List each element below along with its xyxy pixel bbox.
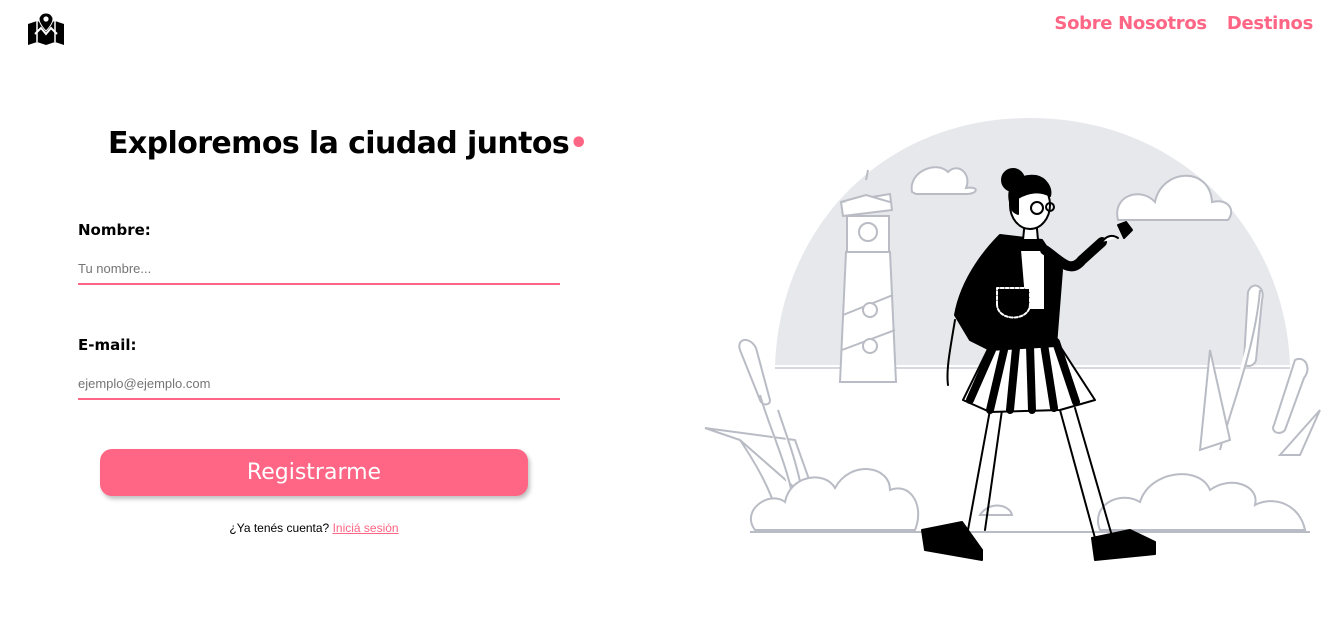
login-link[interactable]: Iniciá sesión — [333, 521, 399, 535]
login-prompt-row: ¿Ya tenés cuenta? Iniciá sesión — [0, 521, 628, 535]
email-input[interactable] — [78, 368, 560, 400]
page-title-text: Exploremos la ciudad juntos — [108, 126, 570, 161]
page-title: Exploremos la ciudad juntos• — [108, 126, 588, 161]
register-button[interactable]: Registrarme — [100, 449, 528, 496]
nav-link-sobre-nosotros[interactable]: Sobre Nosotros — [1054, 13, 1207, 34]
map-pin-icon[interactable] — [27, 12, 65, 46]
title-dot: • — [569, 126, 588, 161]
woman-walking-with-phone-illustration — [704, 118, 1321, 570]
top-nav: Sobre Nosotros Destinos — [1054, 13, 1313, 34]
nav-link-destinos[interactable]: Destinos — [1227, 13, 1313, 34]
name-label: Nombre: — [78, 221, 151, 239]
login-prompt-text: ¿Ya tenés cuenta? — [229, 521, 330, 535]
name-input[interactable] — [78, 253, 560, 285]
email-label: E-mail: — [78, 336, 137, 354]
